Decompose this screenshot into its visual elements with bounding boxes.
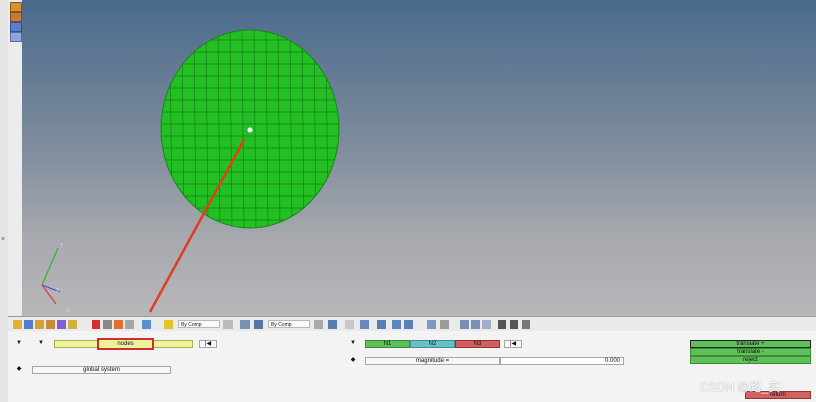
star-icon[interactable]: [164, 320, 173, 329]
arrow-right-icon[interactable]: [471, 320, 480, 329]
element-icon[interactable]: [254, 320, 263, 329]
measure-icon[interactable]: [440, 320, 449, 329]
plane-icon[interactable]: [377, 320, 386, 329]
surface-icon[interactable]: [360, 320, 369, 329]
move-icon[interactable]: [114, 320, 123, 329]
zoom-in-icon[interactable]: [510, 320, 518, 329]
chevron-down-icon[interactable]: ▼: [348, 340, 358, 347]
info-icon[interactable]: [10, 32, 22, 42]
chevron-down-icon[interactable]: ▼: [36, 340, 46, 347]
axis-triad: Y Z X: [41, 243, 70, 314]
n1-button[interactable]: N1: [365, 340, 410, 348]
entity-icon[interactable]: [240, 320, 250, 329]
refresh-icon[interactable]: [522, 320, 530, 329]
view-icon[interactable]: [10, 22, 22, 32]
find-icon[interactable]: [57, 320, 66, 329]
axis-icon[interactable]: [392, 320, 401, 329]
reject-button[interactable]: reject: [690, 356, 811, 364]
reset-button[interactable]: |◀: [199, 340, 217, 348]
main-toolbar: By Comp By Comp: [8, 316, 816, 332]
triad-y-label: Y: [60, 243, 64, 249]
translate-plus-button[interactable]: translate +: [690, 340, 811, 348]
magnitude-input[interactable]: 0.000: [500, 357, 624, 365]
arrow-left-icon[interactable]: [460, 320, 469, 329]
translate-minus-button[interactable]: translate -: [690, 348, 811, 356]
translate-panel: ▼ ▼ nodes |◀ ◆ global system ▼ N1 N2 N3 …: [8, 331, 816, 402]
solid-icon[interactable]: [328, 320, 337, 329]
component-icon[interactable]: [13, 320, 22, 329]
frame-icon[interactable]: [404, 320, 413, 329]
mesh-style-icon[interactable]: [314, 320, 323, 329]
hm-logo-icon[interactable]: [10, 2, 22, 12]
graphics-viewport[interactable]: Y Z X: [22, 0, 816, 318]
global-system-selector[interactable]: global system: [32, 366, 171, 374]
chevron-down-icon[interactable]: ▼: [14, 340, 24, 347]
magnitude-toggle-icon[interactable]: ◆: [348, 357, 358, 364]
selected-node[interactable]: [247, 127, 253, 133]
triad-x-label: X: [66, 308, 70, 314]
nodes-selector-button[interactable]: nodes: [97, 338, 154, 350]
line-icon[interactable]: [345, 320, 354, 329]
grid-icon[interactable]: [427, 320, 436, 329]
info-icon[interactable]: [46, 320, 55, 329]
color-by-dropdown-1[interactable]: By Comp: [178, 320, 220, 328]
view-icon[interactable]: [35, 320, 44, 329]
n2-button[interactable]: N2: [410, 340, 455, 348]
model-icon[interactable]: [10, 12, 22, 22]
undo-icon[interactable]: [482, 320, 491, 329]
magnitude-label[interactable]: magnitude =: [365, 357, 500, 365]
browser-sidebar: [8, 0, 23, 318]
rotate-icon[interactable]: [103, 320, 112, 329]
shade-icon[interactable]: [68, 320, 77, 329]
n3-button[interactable]: N3: [455, 340, 500, 348]
model-canvas: Y Z X: [41, 29, 340, 314]
triad-z-label: Z: [56, 288, 59, 294]
csdn-watermark: CSDN @路_实: [700, 380, 781, 394]
model-icon[interactable]: [24, 320, 33, 329]
delete-icon[interactable]: [92, 320, 100, 329]
system-toggle-icon[interactable]: ◆: [14, 366, 24, 373]
color-by-dropdown-2[interactable]: By Comp: [268, 320, 310, 328]
zoom-out-icon[interactable]: [498, 320, 506, 329]
vector-reset-button[interactable]: |◀: [504, 340, 522, 348]
visibility-icon[interactable]: [125, 320, 134, 329]
save-view-icon[interactable]: [142, 320, 151, 329]
query-icon[interactable]: [223, 320, 233, 329]
collapse-marker[interactable]: ×: [1, 236, 5, 243]
